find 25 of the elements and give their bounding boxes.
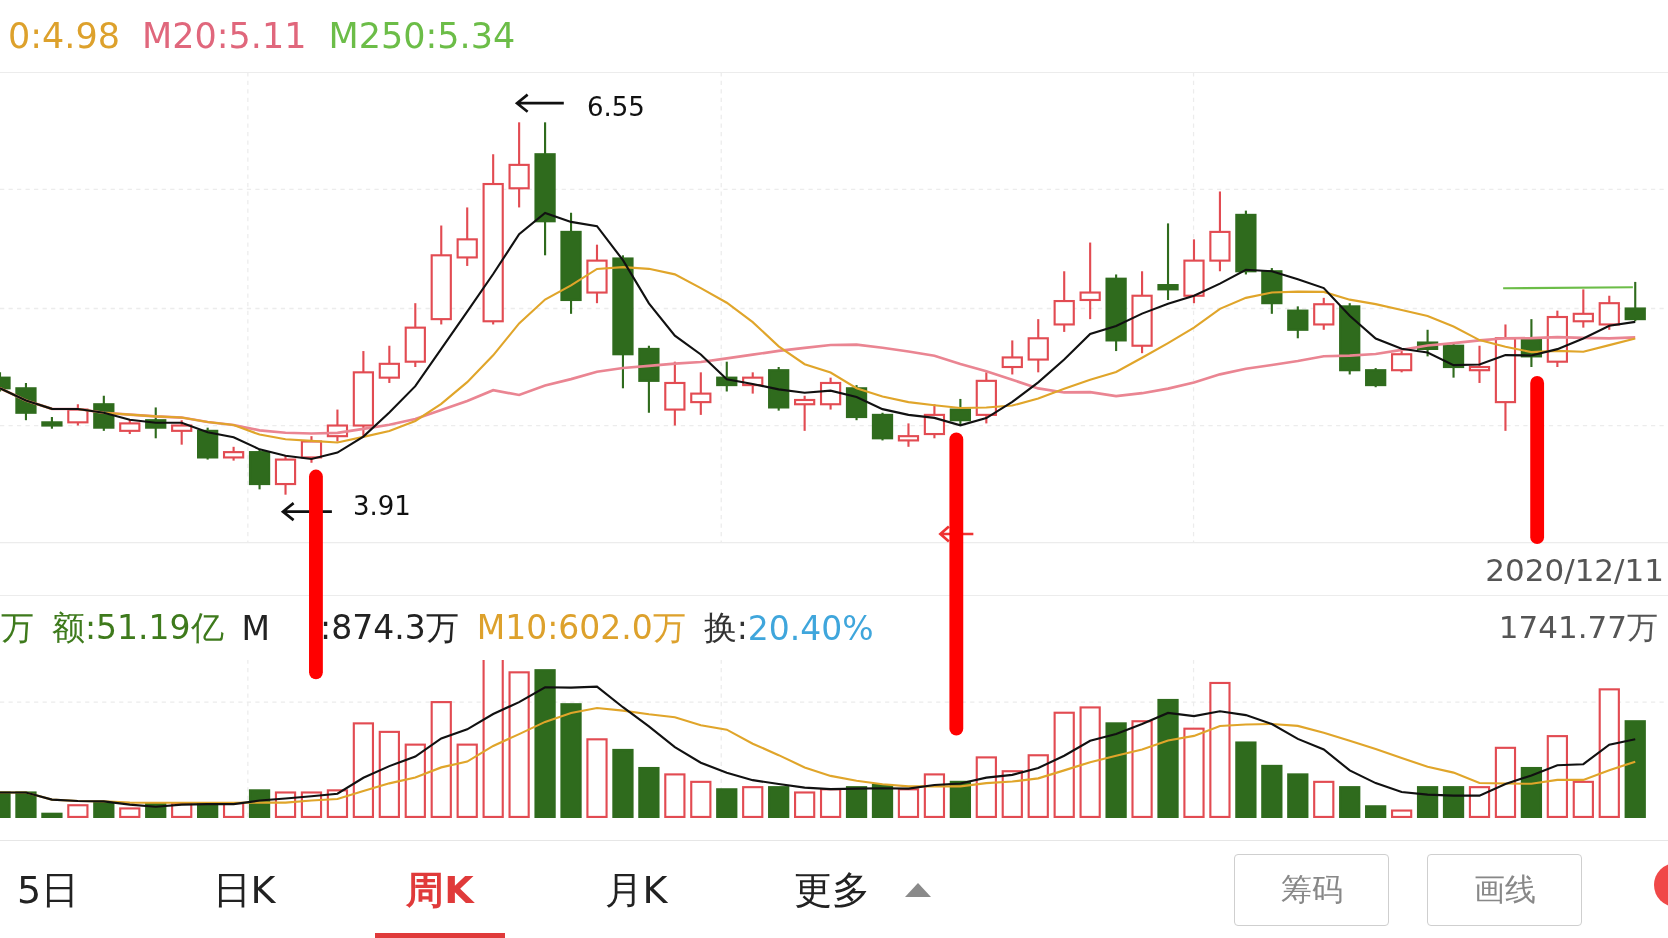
arrow-icon bbox=[280, 501, 334, 522]
volume-indicator: 额:51.19亿 bbox=[52, 606, 224, 649]
tool-button[interactable]: 画线 bbox=[1427, 854, 1582, 926]
volume-value: 1741.77万 bbox=[1498, 608, 1658, 647]
volume-indicator: 20.40% bbox=[747, 608, 874, 648]
date-label: 2020/12/11 bbox=[1485, 552, 1664, 588]
volume-indicator: 换: bbox=[703, 606, 748, 649]
period-tab[interactable]: 日K bbox=[179, 841, 309, 938]
period-tab[interactable]: 5日 bbox=[0, 841, 113, 938]
indicator-value: M250:5.34 bbox=[328, 16, 516, 56]
volume-indicator: 万 bbox=[1, 606, 34, 649]
tool-button[interactable]: 筹码 bbox=[1234, 854, 1389, 926]
volume-indicator: M bbox=[241, 608, 271, 648]
period-tab[interactable]: 周K bbox=[375, 841, 505, 938]
period-tab[interactable]: 月K bbox=[571, 841, 701, 938]
low-price-label: 3.91 bbox=[353, 491, 411, 521]
high-price-label: 6.55 bbox=[587, 92, 645, 122]
arrow-icon bbox=[514, 93, 566, 113]
period-tab[interactable]: 更多 bbox=[767, 841, 897, 938]
indicator-value: M20:5.11 bbox=[142, 16, 307, 56]
arrow-icon bbox=[938, 525, 975, 543]
caret-icon[interactable] bbox=[905, 883, 931, 897]
volume-indicator: M10:602.0万 bbox=[476, 606, 686, 649]
indicator-value: 0:4.98 bbox=[8, 16, 120, 56]
volume-indicator: :874.3万 bbox=[320, 606, 459, 649]
